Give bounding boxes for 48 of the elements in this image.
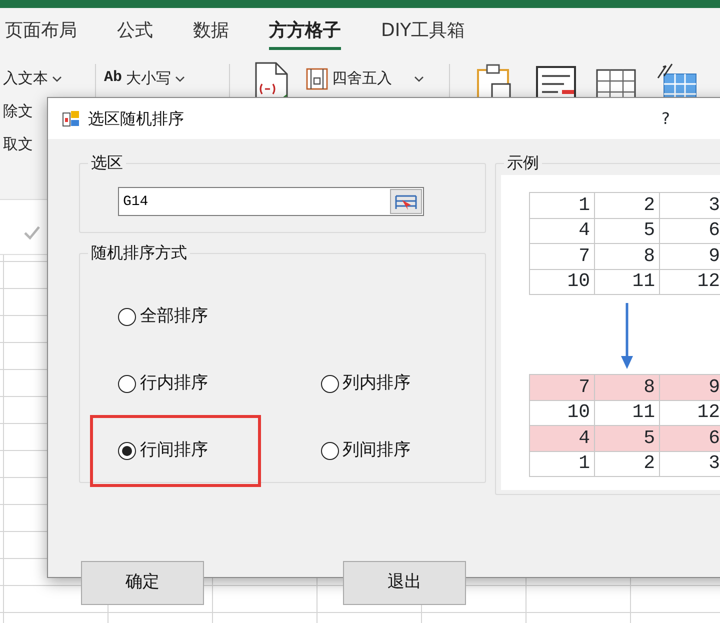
table-cell: 5 — [594, 426, 660, 451]
table-cell: 2 — [594, 451, 660, 476]
text-tool-button[interactable]: 入文本 — [3, 62, 62, 95]
ribbon-tab[interactable]: 页面布局 — [5, 16, 77, 50]
ribbon-tab[interactable]: 公式 — [117, 16, 153, 50]
group-label: 示例 — [506, 155, 540, 171]
table-cell: 2 — [594, 192, 660, 218]
table-cell: 4 — [530, 426, 594, 451]
help-button[interactable]: ? — [662, 106, 670, 130]
ribbon-tab[interactable]: 数据 — [193, 16, 229, 50]
table-cell: 11 — [594, 269, 660, 294]
table-cell: 8 — [594, 244, 660, 269]
table-cell: 10 — [530, 269, 594, 294]
radio-option[interactable]: 列内排序 — [320, 370, 410, 396]
table-cell: 4 — [530, 218, 594, 244]
table-cell: 7 — [530, 244, 594, 269]
text-tool-button[interactable]: 除文 — [3, 95, 33, 128]
range-picker-button[interactable] — [390, 189, 422, 214]
ribbon-tab[interactable]: 方方格子 — [269, 16, 341, 50]
dialog-title: 选区随机排序 — [88, 108, 184, 130]
radio-option[interactable]: 行内排序 — [118, 370, 208, 396]
group-label: 随机排序方式 — [90, 245, 188, 261]
check-icon[interactable] — [23, 225, 41, 240]
down-arrow — [621, 303, 633, 369]
table-cell: 5 — [594, 218, 660, 244]
table-cell: 9 — [660, 374, 720, 400]
group-label: 选区 — [90, 155, 124, 171]
table-cell: 7 — [530, 374, 594, 400]
text-tool-button[interactable]: 取文 — [3, 128, 33, 161]
radio-option[interactable]: 列间排序 — [320, 438, 410, 464]
ribbon-tab[interactable]: DIY工具箱 — [381, 16, 466, 50]
case-button[interactable]: Ab 大小写 — [104, 62, 229, 95]
caret-icon — [175, 76, 186, 82]
round-icon — [306, 67, 328, 90]
app-icon — [62, 110, 80, 128]
table-cell: 1 — [530, 192, 594, 218]
dialog-button[interactable]: 退出 — [343, 561, 466, 605]
table-cell: 3 — [660, 192, 720, 218]
range-field[interactable]: G14 — [118, 187, 424, 216]
table-cell: 6 — [660, 426, 720, 451]
document-icon[interactable] — [254, 62, 290, 97]
round-button[interactable]: 四舍五入 — [306, 62, 441, 95]
table-cell: 1 — [530, 451, 594, 476]
dialog-button[interactable]: 确定 — [81, 561, 204, 605]
radio-option[interactable]: 全部排序 — [118, 304, 208, 330]
radio-option[interactable]: 行间排序 — [118, 438, 208, 464]
caret-icon — [414, 76, 424, 82]
table-cell: 8 — [594, 374, 660, 400]
